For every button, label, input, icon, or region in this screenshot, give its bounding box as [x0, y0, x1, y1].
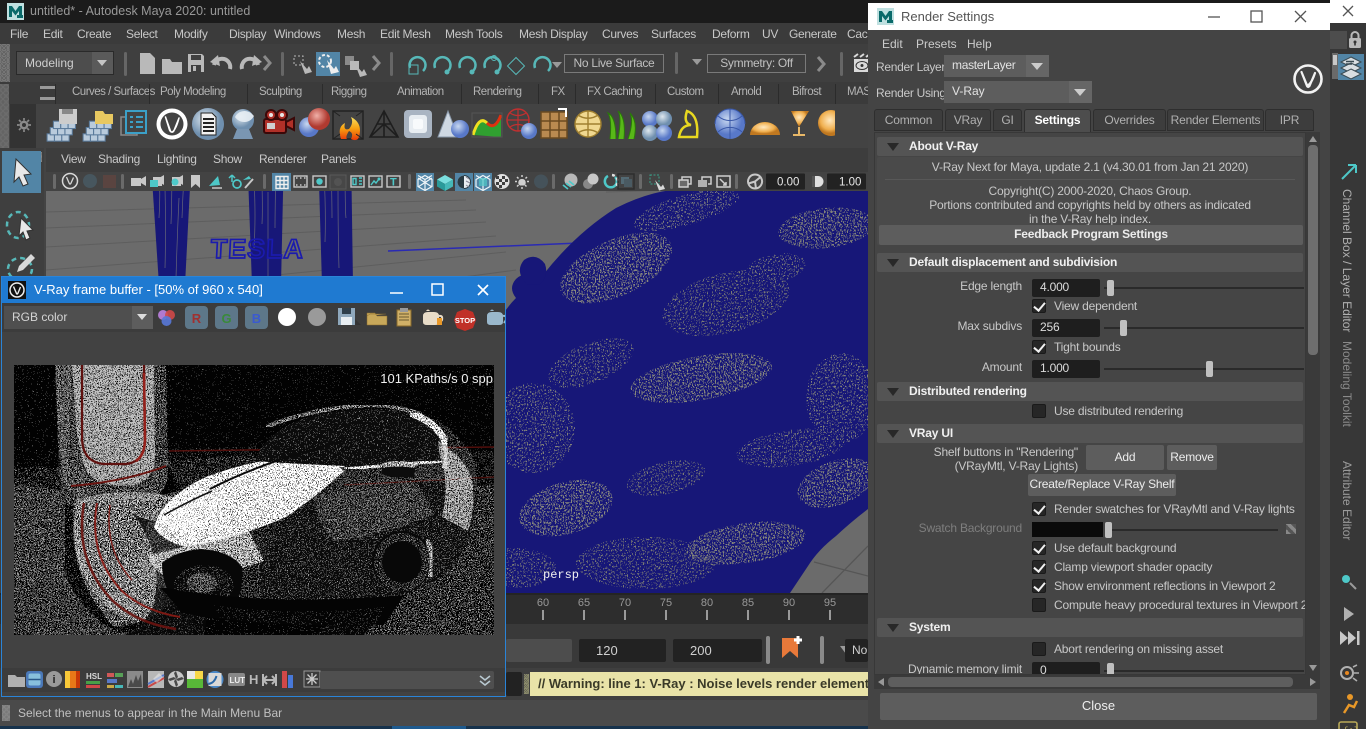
- svg-text:R: R: [192, 311, 202, 326]
- svg-text:101 KPaths/s 0 spp: 101 KPaths/s 0 spp: [380, 371, 493, 386]
- svg-text:80: 80: [701, 597, 713, 609]
- svg-text:85: 85: [742, 597, 754, 609]
- svg-text:90: 90: [783, 597, 795, 609]
- svg-text:G: G: [221, 311, 231, 326]
- svg-text:70: 70: [619, 597, 631, 609]
- svg-text:0.00: 0.00: [777, 177, 799, 189]
- svg-text:T: T: [390, 177, 397, 189]
- svg-text:TESLA: TESLA: [210, 234, 305, 264]
- svg-text:HSL: HSL: [86, 672, 102, 681]
- svg-text:95: 95: [824, 597, 836, 609]
- svg-text:75: 75: [660, 597, 672, 609]
- svg-text:B: B: [252, 311, 261, 326]
- svg-text:i: i: [52, 674, 55, 686]
- svg-text:persp: persp: [543, 568, 579, 582]
- svg-text:60: 60: [537, 597, 549, 609]
- svg-text:LUT: LUT: [230, 676, 246, 685]
- svg-text:65: 65: [578, 597, 590, 609]
- svg-text:1.00: 1.00: [839, 177, 861, 189]
- svg-text:STOP: STOP: [455, 316, 475, 325]
- svg-text:H: H: [249, 672, 258, 687]
